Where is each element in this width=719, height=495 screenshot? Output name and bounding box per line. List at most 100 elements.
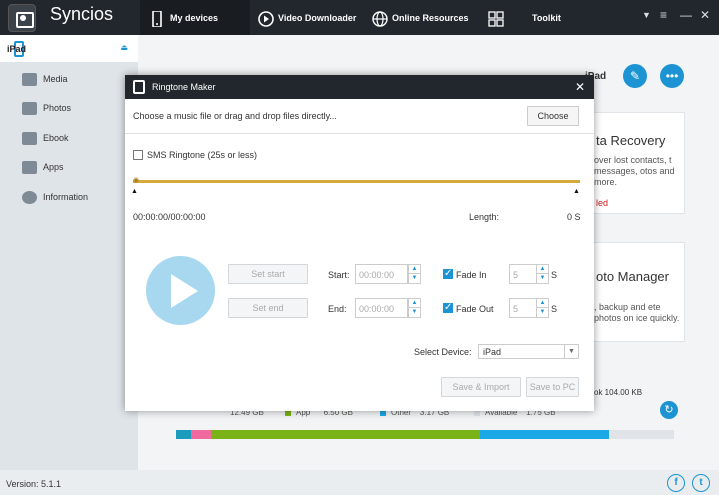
sidebar-item-apps[interactable]: Apps: [22, 159, 64, 175]
facebook-icon[interactable]: f: [667, 474, 685, 492]
storage-segment: [176, 430, 191, 439]
card-text: , backup and ete photos on ice quickly.: [594, 302, 680, 323]
fade-in-label: Fade In: [456, 270, 487, 280]
fade-out-stepper[interactable]: ▲ ▼: [536, 298, 549, 318]
fade-out-unit: S: [551, 304, 558, 314]
more-button[interactable]: •••: [660, 64, 684, 88]
save-import-button[interactable]: Save & Import: [441, 377, 521, 397]
sidebar-item-label: Ebook: [43, 133, 69, 143]
time-display: 00:00:00/00:00:00: [133, 212, 206, 222]
chevron-down-icon[interactable]: ▼: [537, 274, 548, 283]
play-button[interactable]: [146, 256, 215, 325]
choose-button[interactable]: Choose: [527, 106, 579, 126]
storage-bar: [176, 430, 674, 439]
length-value: 0 S: [567, 212, 581, 222]
sidebar-item-label: Media: [43, 74, 68, 84]
timeline-handle[interactable]: ◉: [133, 176, 139, 184]
eject-icon[interactable]: ⏏: [120, 43, 128, 52]
tab-my-devices-label: My devices: [170, 12, 219, 23]
fade-in-input[interactable]: 5: [509, 264, 537, 284]
chevron-up-icon[interactable]: ▲: [409, 265, 420, 274]
timeline-track[interactable]: [133, 180, 580, 183]
sidebar-item-photos[interactable]: Photos: [22, 100, 71, 116]
instruction-text: Choose a music file or drag and drop fil…: [133, 111, 337, 121]
tab-online-resources[interactable]: Online Resources: [372, 0, 482, 35]
refresh-icon: ↻: [664, 404, 674, 416]
edit-button[interactable]: ✎: [623, 64, 647, 88]
sidebar-item-label: Photos: [43, 103, 72, 113]
chevron-up-icon[interactable]: ▲: [409, 299, 420, 308]
fade-out-label: Fade Out: [456, 304, 494, 314]
app-name: Syncios: [50, 4, 114, 24]
more-icon: •••: [665, 69, 679, 83]
storage-segment: [190, 430, 211, 439]
book-icon: [22, 131, 37, 145]
refresh-button[interactable]: ↻: [660, 401, 678, 419]
start-time-stepper[interactable]: ▲ ▼: [408, 264, 421, 284]
grid-icon: [488, 10, 504, 27]
photo-icon: [22, 101, 37, 115]
dialog-close-icon[interactable]: ✕: [575, 80, 585, 94]
device-name: iPad: [7, 43, 27, 54]
tab-toolkit[interactable]: Toolkit: [488, 0, 598, 35]
ebook-storage: ok 104.00 KB: [594, 388, 643, 397]
length-label: Length:: [469, 212, 500, 222]
fade-in-unit: S: [551, 270, 558, 280]
card-status: led: [596, 198, 609, 208]
minimize-icon[interactable]: —: [680, 8, 692, 22]
version-text: Version: 5.1.1: [6, 479, 62, 489]
end-time-stepper[interactable]: ▲ ▼: [408, 298, 421, 318]
sidebar-item-media[interactable]: Media: [22, 71, 68, 87]
chevron-down-icon[interactable]: ▼: [564, 345, 578, 358]
globe-icon: [372, 10, 388, 27]
set-end-button[interactable]: Set end: [228, 298, 308, 318]
end-time-input[interactable]: 00:00:00: [355, 298, 408, 318]
fade-out-checkbox[interactable]: [443, 302, 453, 313]
twitter-icon[interactable]: t: [692, 474, 710, 492]
set-start-button[interactable]: Set start: [228, 264, 308, 284]
tab-video-downloader[interactable]: Video Downloader: [258, 0, 368, 35]
dialog-title: Ringtone Maker: [152, 82, 216, 92]
fade-in-checkbox[interactable]: [443, 268, 453, 279]
sidebar-device-ipad[interactable]: iPad ⏏: [0, 35, 138, 62]
start-label: Start:: [328, 270, 350, 280]
chevron-down-icon[interactable]: ▼: [409, 274, 420, 283]
ringtone-maker-dialog: Ringtone Maker ✕ Choose a music file or …: [125, 75, 594, 411]
chevron-up-icon[interactable]: ▲: [537, 299, 548, 308]
syncios-logo-icon: [8, 4, 36, 32]
chevron-down-icon[interactable]: ▼: [409, 308, 420, 317]
chevron-down-icon[interactable]: ▼: [537, 308, 548, 317]
sidebar-item-information[interactable]: Information: [22, 189, 88, 205]
dialog-header: Ringtone Maker ✕: [125, 75, 594, 99]
save-to-pc-button[interactable]: Save to PC: [526, 377, 579, 397]
sms-ringtone-label: SMS Ringtone (25s or less): [147, 150, 258, 160]
sidebar-item-label: Apps: [43, 162, 64, 172]
fade-in-stepper[interactable]: ▲ ▼: [536, 264, 549, 284]
sidebar: iPad ⏏ Media Photos Ebook Apps Informati…: [0, 35, 138, 470]
menu-icon[interactable]: ≡: [660, 8, 667, 22]
info-icon: [22, 190, 37, 204]
pencil-icon: ✎: [629, 69, 641, 83]
sidebar-item-label: Information: [43, 192, 89, 202]
play-circle-icon: [258, 10, 274, 27]
dropdown-icon[interactable]: ▼: [642, 10, 651, 20]
apps-icon: [22, 160, 37, 174]
divider: [125, 133, 594, 134]
card-title: ta Recovery: [596, 133, 666, 148]
fade-out-input[interactable]: 5: [509, 298, 537, 318]
sidebar-item-ebook[interactable]: Ebook: [22, 130, 69, 146]
storage-segment: [210, 430, 480, 439]
sms-ringtone-checkbox[interactable]: [133, 150, 143, 160]
close-icon[interactable]: ✕: [700, 8, 710, 22]
data-recovery-card[interactable]: ta Recovery over lost contacts, t messag…: [585, 112, 685, 214]
tab-toolkit-label: Toolkit: [532, 12, 561, 23]
start-time-input[interactable]: 00:00:00: [355, 264, 408, 284]
tab-my-devices[interactable]: My devices: [140, 0, 250, 35]
start-marker-icon[interactable]: ▲: [131, 188, 138, 195]
storage-segment: [479, 430, 610, 439]
device-select[interactable]: iPad ▼: [478, 344, 579, 359]
card-text: over lost contacts, t messages, otos and…: [594, 155, 675, 187]
chevron-up-icon[interactable]: ▲: [537, 265, 548, 274]
photo-manager-card[interactable]: oto Manager , backup and ete photos on i…: [585, 242, 685, 342]
end-marker-icon[interactable]: ▲: [573, 188, 580, 195]
